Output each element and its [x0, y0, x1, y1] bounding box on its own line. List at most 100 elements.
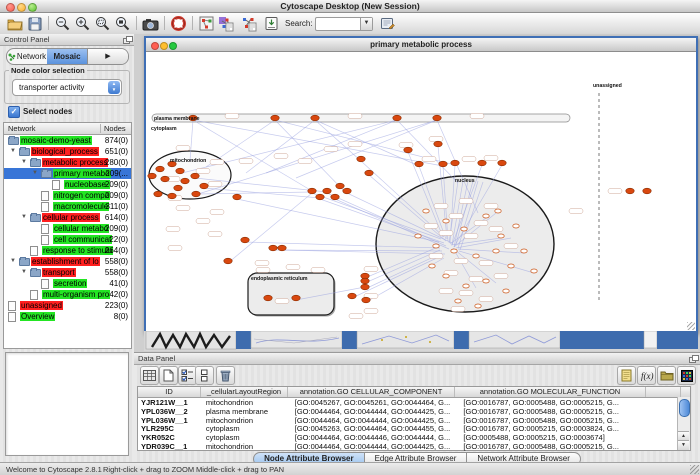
graph-node[interactable] — [316, 194, 324, 200]
expander-icon[interactable]: ▼ — [10, 146, 16, 157]
table-cell[interactable]: [GO:0016787, GO:0005488, GO:0005215, G..… — [460, 407, 653, 416]
tab-overflow-arrow[interactable]: ▶ — [87, 49, 128, 64]
table-cell[interactable]: YKR052C — [138, 433, 203, 442]
table-cell[interactable]: plasma membrane — [203, 407, 292, 416]
graph-node[interactable] — [493, 249, 499, 253]
expander-icon[interactable]: ▼ — [21, 157, 27, 168]
table-cell[interactable]: [GO:0016787, GO:0005488, GO:0005215, G..… — [460, 416, 653, 425]
network-canvas[interactable]: plasma membranecytoplasmmitochondrionnuc… — [146, 51, 692, 329]
table-cell[interactable]: mitochondrion — [203, 442, 292, 451]
graph-node[interactable] — [461, 227, 467, 231]
graph-node[interactable] — [455, 299, 461, 303]
tree-row[interactable]: response to stimulu264(0) — [4, 245, 131, 256]
graph-node[interactable] — [168, 193, 176, 199]
notes-icon[interactable] — [617, 366, 636, 385]
graph-node[interactable] — [508, 264, 514, 268]
graph-node[interactable] — [521, 249, 527, 253]
expander-icon[interactable]: ▼ — [21, 267, 27, 278]
graph-node[interactable] — [224, 258, 232, 264]
tree-row[interactable]: ▼biological_process651(0) — [4, 146, 131, 157]
graph-node[interactable] — [473, 254, 479, 258]
table-column-header[interactable]: annotation.GO MOLECULAR_FUNCTION — [455, 387, 646, 397]
graph-node[interactable] — [483, 279, 489, 283]
graph-node[interactable] — [176, 168, 184, 174]
graph-node[interactable] — [362, 297, 370, 303]
tree-row[interactable]: multi-organism pro42(0) — [4, 289, 131, 300]
app-resize-grip[interactable] — [690, 465, 699, 474]
graph-node[interactable] — [626, 188, 634, 194]
graph-node[interactable] — [233, 194, 241, 200]
graph-node[interactable] — [531, 269, 537, 273]
tree-col-network[interactable]: Network — [8, 124, 36, 133]
search-dropdown-button[interactable]: ▼ — [360, 18, 372, 30]
graph-node[interactable] — [393, 115, 401, 121]
select-nodes-checkbox[interactable]: ✓ — [8, 106, 20, 118]
zoom-out-icon[interactable] — [53, 15, 71, 32]
network-window-titlebar[interactable]: primary metabolic process — [146, 38, 696, 52]
table-cell[interactable]: [GO:0044464, GO:0044446, GO:0044444, G..… — [292, 433, 461, 442]
graph-node[interactable] — [278, 245, 286, 251]
table-grid-icon[interactable] — [140, 366, 159, 385]
graph-node[interactable] — [181, 178, 189, 184]
graph-node[interactable] — [348, 293, 356, 299]
tree-row[interactable]: ▼cellular process614(0) — [4, 212, 131, 223]
app-title-bar[interactable]: Cytoscape Desktop (New Session) — [0, 0, 700, 13]
tree-row[interactable]: cell communicat22(0) — [4, 234, 131, 245]
table-cell[interactable]: mitochondrion — [203, 416, 292, 425]
graph-node[interactable] — [365, 170, 373, 176]
table-cell[interactable]: YPL036W__1 — [138, 416, 203, 425]
graph-node[interactable] — [161, 176, 169, 182]
graph-node[interactable] — [451, 249, 457, 253]
table-row[interactable]: YKR052Ccytoplasm[GO:0044464, GO:0044446,… — [138, 433, 690, 442]
table-cell[interactable]: [GO:0016787, GO:0005215, GO:0003824, G..… — [460, 424, 653, 433]
tree-row[interactable]: ▼transport558(0) — [4, 267, 131, 278]
graph-node[interactable] — [415, 234, 421, 238]
node-color-dropdown[interactable]: transporter activity ▲▼ — [12, 79, 122, 96]
snapshot-camera-icon[interactable] — [141, 15, 159, 32]
graph-node[interactable] — [361, 278, 369, 284]
graph-node[interactable] — [154, 191, 162, 197]
tree-row[interactable]: macromolecule311(0) — [4, 201, 131, 212]
table-scrollbar[interactable]: ▲ ▼ — [677, 397, 690, 450]
expander-icon[interactable]: ▼ — [21, 212, 27, 223]
graph-node[interactable] — [308, 188, 316, 194]
window-resize-grip[interactable] — [687, 322, 695, 330]
table-cell[interactable]: [GO:0045267, GO:0045261, GO:0044464, G..… — [292, 398, 461, 407]
tab-network[interactable]: Network — [7, 49, 47, 64]
expander-icon[interactable]: ▼ — [32, 168, 38, 179]
tree-row[interactable]: unassigned223(0) — [4, 300, 131, 311]
layout-network-alt-icon[interactable] — [240, 15, 258, 32]
graph-node[interactable] — [423, 209, 429, 213]
graph-node[interactable] — [495, 209, 501, 213]
birds-eye-view[interactable] — [5, 352, 129, 456]
graph-node[interactable] — [361, 284, 369, 290]
table-cell[interactable]: cytoplasm — [203, 433, 292, 442]
tab-mosaic[interactable]: Mosaic — [47, 49, 87, 64]
tree-row[interactable]: cellular metabo209(0) — [4, 223, 131, 234]
graph-node[interactable] — [357, 156, 365, 162]
column-pair-icon[interactable] — [195, 366, 214, 385]
graph-node[interactable] — [433, 115, 441, 121]
table-cell[interactable]: [GO:0044464, GO:0044444, GO:0044425, G..… — [292, 416, 461, 425]
search-settings-icon[interactable] — [378, 15, 396, 32]
network-frame-icon[interactable] — [197, 15, 215, 32]
float-panel-icon[interactable] — [689, 355, 697, 362]
graph-node[interactable] — [478, 160, 486, 166]
graph-node[interactable] — [429, 264, 435, 268]
table-cell[interactable]: cytoplasm — [203, 424, 292, 433]
tree-row[interactable]: Overview8(0) — [4, 311, 131, 322]
table-cell[interactable]: mitochondrion — [203, 398, 292, 407]
graph-node[interactable] — [439, 161, 447, 167]
table-cell[interactable]: YDR039C__1 — [138, 442, 203, 451]
table-cell[interactable]: [GO:0016787, GO:0005488, GO:0005215, G..… — [460, 398, 653, 407]
import-document-icon[interactable] — [262, 15, 280, 32]
trash-icon[interactable] — [216, 366, 235, 385]
tree-row[interactable]: nitrogen compo209(0) — [4, 190, 131, 201]
table-cell[interactable]: YPL036W__2 — [138, 407, 203, 416]
matrix-icon[interactable] — [677, 366, 696, 385]
table-cell[interactable]: YJR121W__1 — [138, 398, 203, 407]
function-builder-icon[interactable]: f(x) — [637, 366, 656, 385]
new-document-icon[interactable] — [159, 366, 178, 385]
table-row[interactable]: YDR039C__1mitochondrion[GO:0044464, GO:0… — [138, 442, 690, 451]
graph-node[interactable] — [498, 234, 504, 238]
